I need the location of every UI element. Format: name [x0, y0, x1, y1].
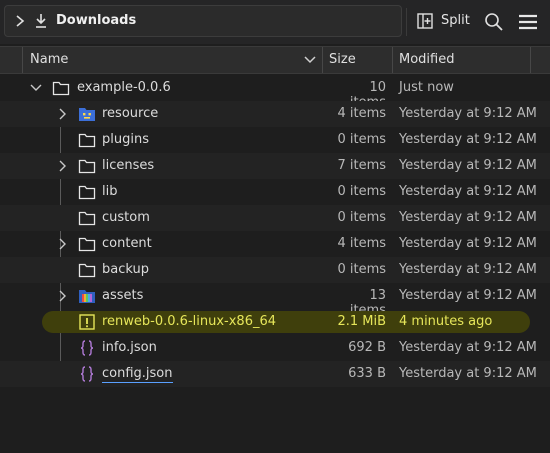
row-modified: 4 minutes ago [399, 314, 493, 329]
download-icon [36, 14, 46, 28]
tree-row-plugins[interactable]: plugins 0 items Yesterday at 9:12 AM [0, 127, 550, 153]
tree-row-info-json[interactable]: info.json 692 B Yesterday at 9:12 AM [0, 335, 550, 361]
tree-row-renweb[interactable]: renweb-0.0.6-linux-x86_64 2.1 MiB 4 minu… [0, 309, 550, 335]
folder-icon [52, 81, 70, 96]
tree-row-licenses[interactable]: licenses 7 items Yesterday at 9:12 AM [0, 153, 550, 179]
location-bar[interactable]: Downloads [4, 5, 402, 37]
json-file-icon [80, 366, 94, 382]
row-size: 4 items [337, 236, 386, 251]
row-name: lib [102, 184, 118, 199]
tree-row-config-json[interactable]: config.json 633 B Yesterday at 9:12 AM [0, 361, 550, 387]
row-name: backup [102, 262, 149, 277]
column-name[interactable]: Name [30, 47, 68, 73]
tree-row-backup[interactable]: backup 0 items Yesterday at 9:12 AM [0, 257, 550, 283]
row-modified: Yesterday at 9:12 AM [399, 262, 537, 277]
tree-row-lib[interactable]: lib 0 items Yesterday at 9:12 AM [0, 179, 550, 205]
toolbar: Downloads Split [0, 0, 550, 44]
chevron-right-icon[interactable] [56, 159, 68, 173]
row-name: example-0.0.6 [77, 80, 171, 95]
executable-warning-icon [79, 314, 95, 330]
tree-row-assets[interactable]: assets 13 items Yesterday at 9:12 AM [0, 283, 550, 318]
breadcrumb-current[interactable]: Downloads [56, 13, 136, 28]
row-size: 4 items [337, 106, 386, 121]
row-modified: Yesterday at 9:12 AM [399, 236, 537, 251]
column-modified[interactable]: Modified [399, 47, 454, 73]
column-divider[interactable] [392, 47, 393, 73]
row-name: licenses [102, 158, 155, 173]
row-name: assets [102, 288, 144, 303]
column-divider [22, 47, 23, 73]
tree-row-resource[interactable]: resource 4 items Yesterday at 9:12 AM [0, 101, 550, 127]
row-name: renweb-0.0.6-linux-x86_64 [102, 314, 277, 329]
folder-icon [78, 159, 96, 174]
row-modified: Yesterday at 9:12 AM [399, 210, 537, 225]
tree-row-example[interactable]: example-0.0.6 10 items Just now [0, 75, 550, 110]
row-size: 633 B [348, 366, 386, 381]
folder-icon [78, 263, 96, 278]
file-tree: example-0.0.6 10 items Just now resource… [0, 75, 550, 453]
chevron-right-icon[interactable] [56, 289, 68, 303]
row-modified: Yesterday at 9:12 AM [399, 106, 537, 121]
chevron-down-icon[interactable] [30, 81, 42, 95]
row-modified: Yesterday at 9:12 AM [399, 184, 537, 199]
row-size: 0 items [337, 210, 386, 225]
row-size: 0 items [337, 184, 386, 199]
row-name: config.json [102, 366, 173, 383]
sort-chevron-down-icon[interactable] [304, 55, 316, 65]
resource-folder-icon [79, 108, 95, 121]
split-label: Split [441, 13, 470, 28]
column-divider[interactable] [322, 47, 323, 73]
row-modified: Yesterday at 9:12 AM [399, 132, 537, 147]
column-size[interactable]: Size [329, 47, 356, 73]
split-button[interactable]: Split [413, 8, 475, 36]
folder-icon [78, 211, 96, 226]
tree-row-custom[interactable]: custom 0 items Yesterday at 9:12 AM [0, 205, 550, 231]
json-file-icon [80, 340, 94, 356]
chevron-right-icon[interactable] [13, 13, 27, 29]
assets-folder-icon [79, 290, 95, 303]
row-name: content [102, 236, 152, 251]
split-view-icon [417, 13, 433, 29]
row-modified: Yesterday at 9:12 AM [399, 288, 537, 303]
folder-icon [78, 185, 96, 200]
folder-icon [78, 237, 96, 252]
row-size: 0 items [337, 132, 386, 147]
row-modified: Yesterday at 9:12 AM [399, 158, 537, 173]
row-name: plugins [102, 132, 149, 147]
toolbar-divider [406, 8, 407, 36]
folder-icon [78, 133, 96, 148]
row-size: 7 items [337, 158, 386, 173]
row-modified: Yesterday at 9:12 AM [399, 340, 537, 355]
row-modified: Just now [399, 80, 454, 95]
row-size: 0 items [337, 262, 386, 277]
row-modified: Yesterday at 9:12 AM [399, 366, 537, 381]
chevron-right-icon[interactable] [56, 107, 68, 121]
row-name: resource [102, 106, 159, 121]
row-size: 2.1 MiB [337, 314, 386, 329]
search-icon[interactable] [482, 8, 506, 36]
row-name: info.json [102, 340, 157, 355]
column-divider[interactable] [530, 47, 531, 73]
hamburger-menu-icon[interactable] [514, 8, 542, 36]
tree-row-content[interactable]: content 4 items Yesterday at 9:12 AM [0, 231, 550, 257]
row-name: custom [102, 210, 150, 225]
chevron-right-icon[interactable] [56, 237, 68, 251]
column-header: Name Size Modified [0, 46, 550, 74]
row-size: 692 B [348, 340, 386, 355]
